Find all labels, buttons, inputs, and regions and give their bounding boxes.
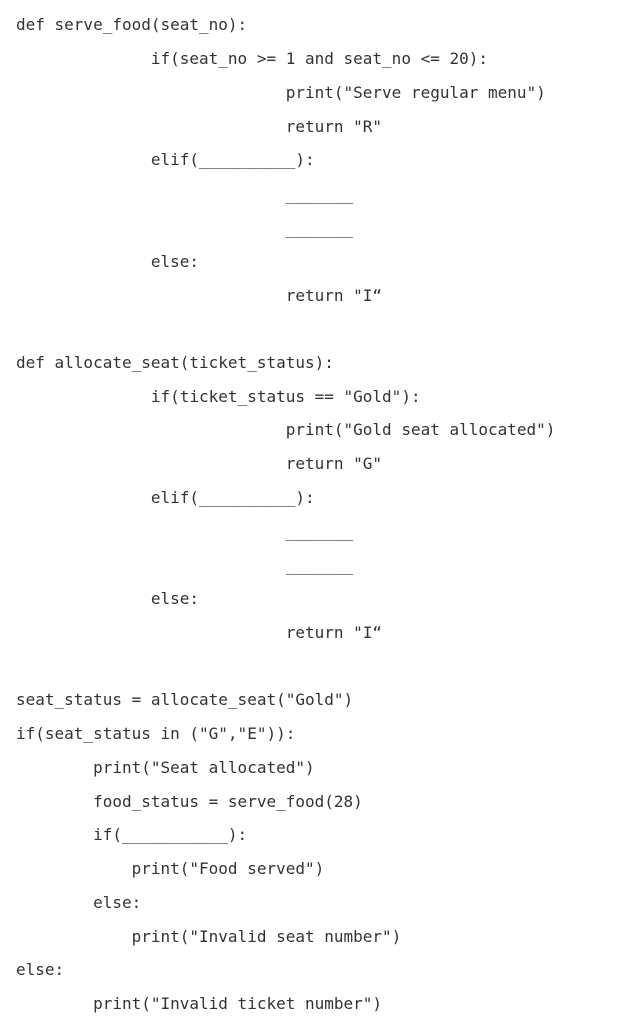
code-line: if(ticket_status == "Gold"):: [16, 387, 421, 406]
code-line: print("Food served"): [16, 859, 325, 878]
code-line: _______: [16, 185, 354, 204]
code-line: _______: [16, 556, 354, 575]
code-line: if(___________):: [16, 825, 248, 844]
code-line: if(seat_no >= 1 and seat_no <= 20):: [16, 49, 489, 68]
code-line: elif(__________):: [16, 488, 315, 507]
code-line: print("Seat allocated"): [16, 758, 315, 777]
code-line: else:: [16, 893, 142, 912]
code-line: return "I“: [16, 286, 383, 305]
code-line: print("Gold seat allocated"): [16, 420, 556, 439]
code-line: print("Invalid ticket number"): [16, 994, 383, 1013]
code-line: return "R": [16, 117, 383, 136]
code-line: _______: [16, 219, 354, 238]
code-line: elif(__________):: [16, 150, 315, 169]
code-line: _______: [16, 522, 354, 541]
code-line: def serve_food(seat_no):: [16, 15, 248, 34]
code-line: print("Serve regular menu"): [16, 83, 546, 102]
code-line: def allocate_seat(ticket_status):: [16, 353, 334, 372]
code-line: else:: [16, 960, 65, 979]
code-line: return "I“: [16, 623, 383, 642]
code-line: else:: [16, 252, 200, 271]
code-line: print("Invalid seat number"): [16, 927, 402, 946]
code-line: else:: [16, 589, 200, 608]
code-block: def serve_food(seat_no): if(seat_no >= 1…: [0, 0, 627, 1033]
code-line: if(seat_status in ("G","E")):: [16, 724, 296, 743]
code-line: return "G": [16, 454, 383, 473]
code-line: seat_status = allocate_seat("Gold"): [16, 690, 354, 709]
code-line: food_status = serve_food(28): [16, 792, 363, 811]
